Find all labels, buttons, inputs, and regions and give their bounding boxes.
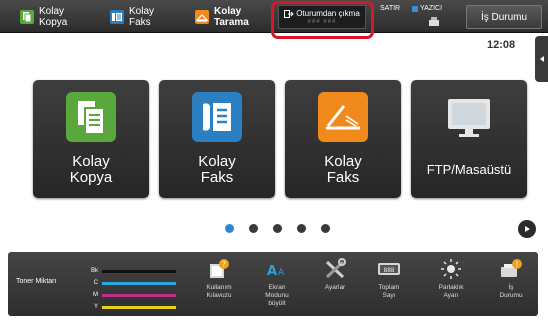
status-indicator: SATIR YAZICI bbox=[378, 3, 456, 31]
manual-icon: ? bbox=[206, 258, 232, 280]
easy-fax-label: Kolay Faks bbox=[129, 6, 155, 28]
page-dot-4[interactable] bbox=[297, 224, 306, 233]
job-status-shortcut[interactable]: ! İş Durumu bbox=[486, 258, 536, 300]
job-status-icon: ! bbox=[498, 258, 524, 280]
next-page-button[interactable] bbox=[518, 220, 536, 238]
easy-copy-shortcut[interactable]: Kolay Kopya bbox=[20, 4, 67, 30]
tile-easy-fax[interactable]: Kolay Faks bbox=[159, 80, 275, 198]
tile-ftp-desktop[interactable]: FTP/Masaüstü bbox=[411, 80, 527, 198]
tile-easy-copy[interactable]: Kolay Kopya bbox=[33, 80, 149, 198]
scan-icon bbox=[195, 10, 209, 24]
toner-key: C bbox=[93, 280, 98, 286]
logout-highlight-frame bbox=[271, 1, 374, 39]
page-dot-2[interactable] bbox=[249, 224, 258, 233]
easy-fax-shortcut[interactable]: Kolay Faks bbox=[110, 4, 154, 30]
enlarge-display-label: Ekran Modunu büyült bbox=[265, 284, 289, 307]
svg-text:A: A bbox=[267, 264, 277, 279]
toner-row-m: M bbox=[86, 291, 176, 299]
tile-ftp-desktop-label: FTP/Masaüstü bbox=[426, 162, 512, 177]
printer-status: YAZICI bbox=[412, 5, 442, 12]
clock: 12:08 bbox=[487, 39, 516, 51]
toner-row-c: C bbox=[86, 279, 176, 287]
job-status-label: İş Durumu bbox=[480, 11, 528, 23]
chevron-right-icon bbox=[525, 226, 530, 232]
counter-icon: 888 bbox=[376, 258, 402, 280]
tile-easy-scan-label: Kolay Faks bbox=[324, 153, 362, 186]
bottom-bar: Toner Miktarı Bk C M Y ? Kullanım Kılavu… bbox=[8, 252, 538, 316]
printer-label: YAZICI bbox=[420, 5, 443, 12]
toner-key: Bk bbox=[90, 268, 98, 274]
page-dot-3[interactable] bbox=[273, 224, 282, 233]
job-status-button[interactable]: İş Durumu bbox=[466, 5, 542, 29]
brightness-button[interactable]: Parlaklık Ayarı bbox=[426, 258, 476, 300]
page-dot-5[interactable] bbox=[321, 224, 330, 233]
brightness-label: Parlaklık Ayarı bbox=[438, 284, 464, 299]
enlarge-display-button[interactable]: AA Ekran Modunu büyült bbox=[252, 258, 302, 308]
fax-icon bbox=[110, 10, 124, 24]
svg-text:!: ! bbox=[515, 260, 518, 269]
user-manual-label: Kullanım Kılavuzu bbox=[206, 284, 232, 299]
printer-status-icon bbox=[412, 5, 418, 12]
toner-bar bbox=[102, 293, 176, 297]
chevron-left-icon bbox=[539, 56, 544, 62]
fax-icon bbox=[192, 92, 242, 142]
toner-row-y: Y bbox=[86, 303, 176, 311]
tile-easy-copy-label: Kolay Kopya bbox=[69, 153, 113, 186]
tile-easy-fax-label: Kolay Faks bbox=[198, 153, 236, 186]
total-count-button[interactable]: 888 Toplam Sayı bbox=[364, 258, 414, 300]
copy-icon bbox=[66, 92, 116, 142]
svg-text:A: A bbox=[278, 268, 285, 278]
copy-icon bbox=[20, 10, 34, 24]
job-status-shortcut-label: İş Durumu bbox=[499, 284, 523, 299]
tile-easy-scan[interactable]: Kolay Faks bbox=[285, 80, 401, 198]
home-screen: Kolay Kopya Kolay Faks Kolay Tarama Otur… bbox=[0, 0, 548, 329]
user-manual-button[interactable]: ? Kullanım Kılavuzu bbox=[194, 258, 244, 300]
toner-bar bbox=[102, 281, 176, 285]
settings-tools-icon bbox=[322, 258, 348, 280]
status-line-label: SATIR bbox=[380, 5, 401, 12]
settings-button[interactable]: Ayarlar bbox=[310, 258, 360, 292]
device-icon bbox=[429, 17, 439, 26]
toner-key: M bbox=[93, 292, 98, 298]
brightness-icon bbox=[438, 258, 464, 280]
svg-text:?: ? bbox=[222, 260, 226, 269]
toner-bar bbox=[102, 269, 176, 273]
toner-key: Y bbox=[93, 304, 98, 310]
scan-icon bbox=[318, 92, 368, 142]
total-count-label: Toplam Sayı bbox=[378, 284, 400, 299]
monitor-icon bbox=[444, 92, 494, 142]
toner-row-bk: Bk bbox=[86, 267, 176, 275]
side-panel-tab[interactable] bbox=[535, 36, 548, 82]
toner-bar bbox=[102, 305, 176, 309]
easy-scan-shortcut[interactable]: Kolay Tarama bbox=[195, 4, 249, 30]
easy-copy-label: Kolay Kopya bbox=[39, 6, 68, 28]
easy-scan-label: Kolay Tarama bbox=[214, 6, 249, 28]
toner-label: Toner Miktarı bbox=[16, 278, 57, 285]
page-dot-1[interactable] bbox=[225, 224, 234, 233]
enlarge-text-icon: AA bbox=[264, 258, 290, 280]
svg-text:888: 888 bbox=[384, 267, 395, 274]
settings-label: Ayarlar bbox=[324, 284, 346, 291]
